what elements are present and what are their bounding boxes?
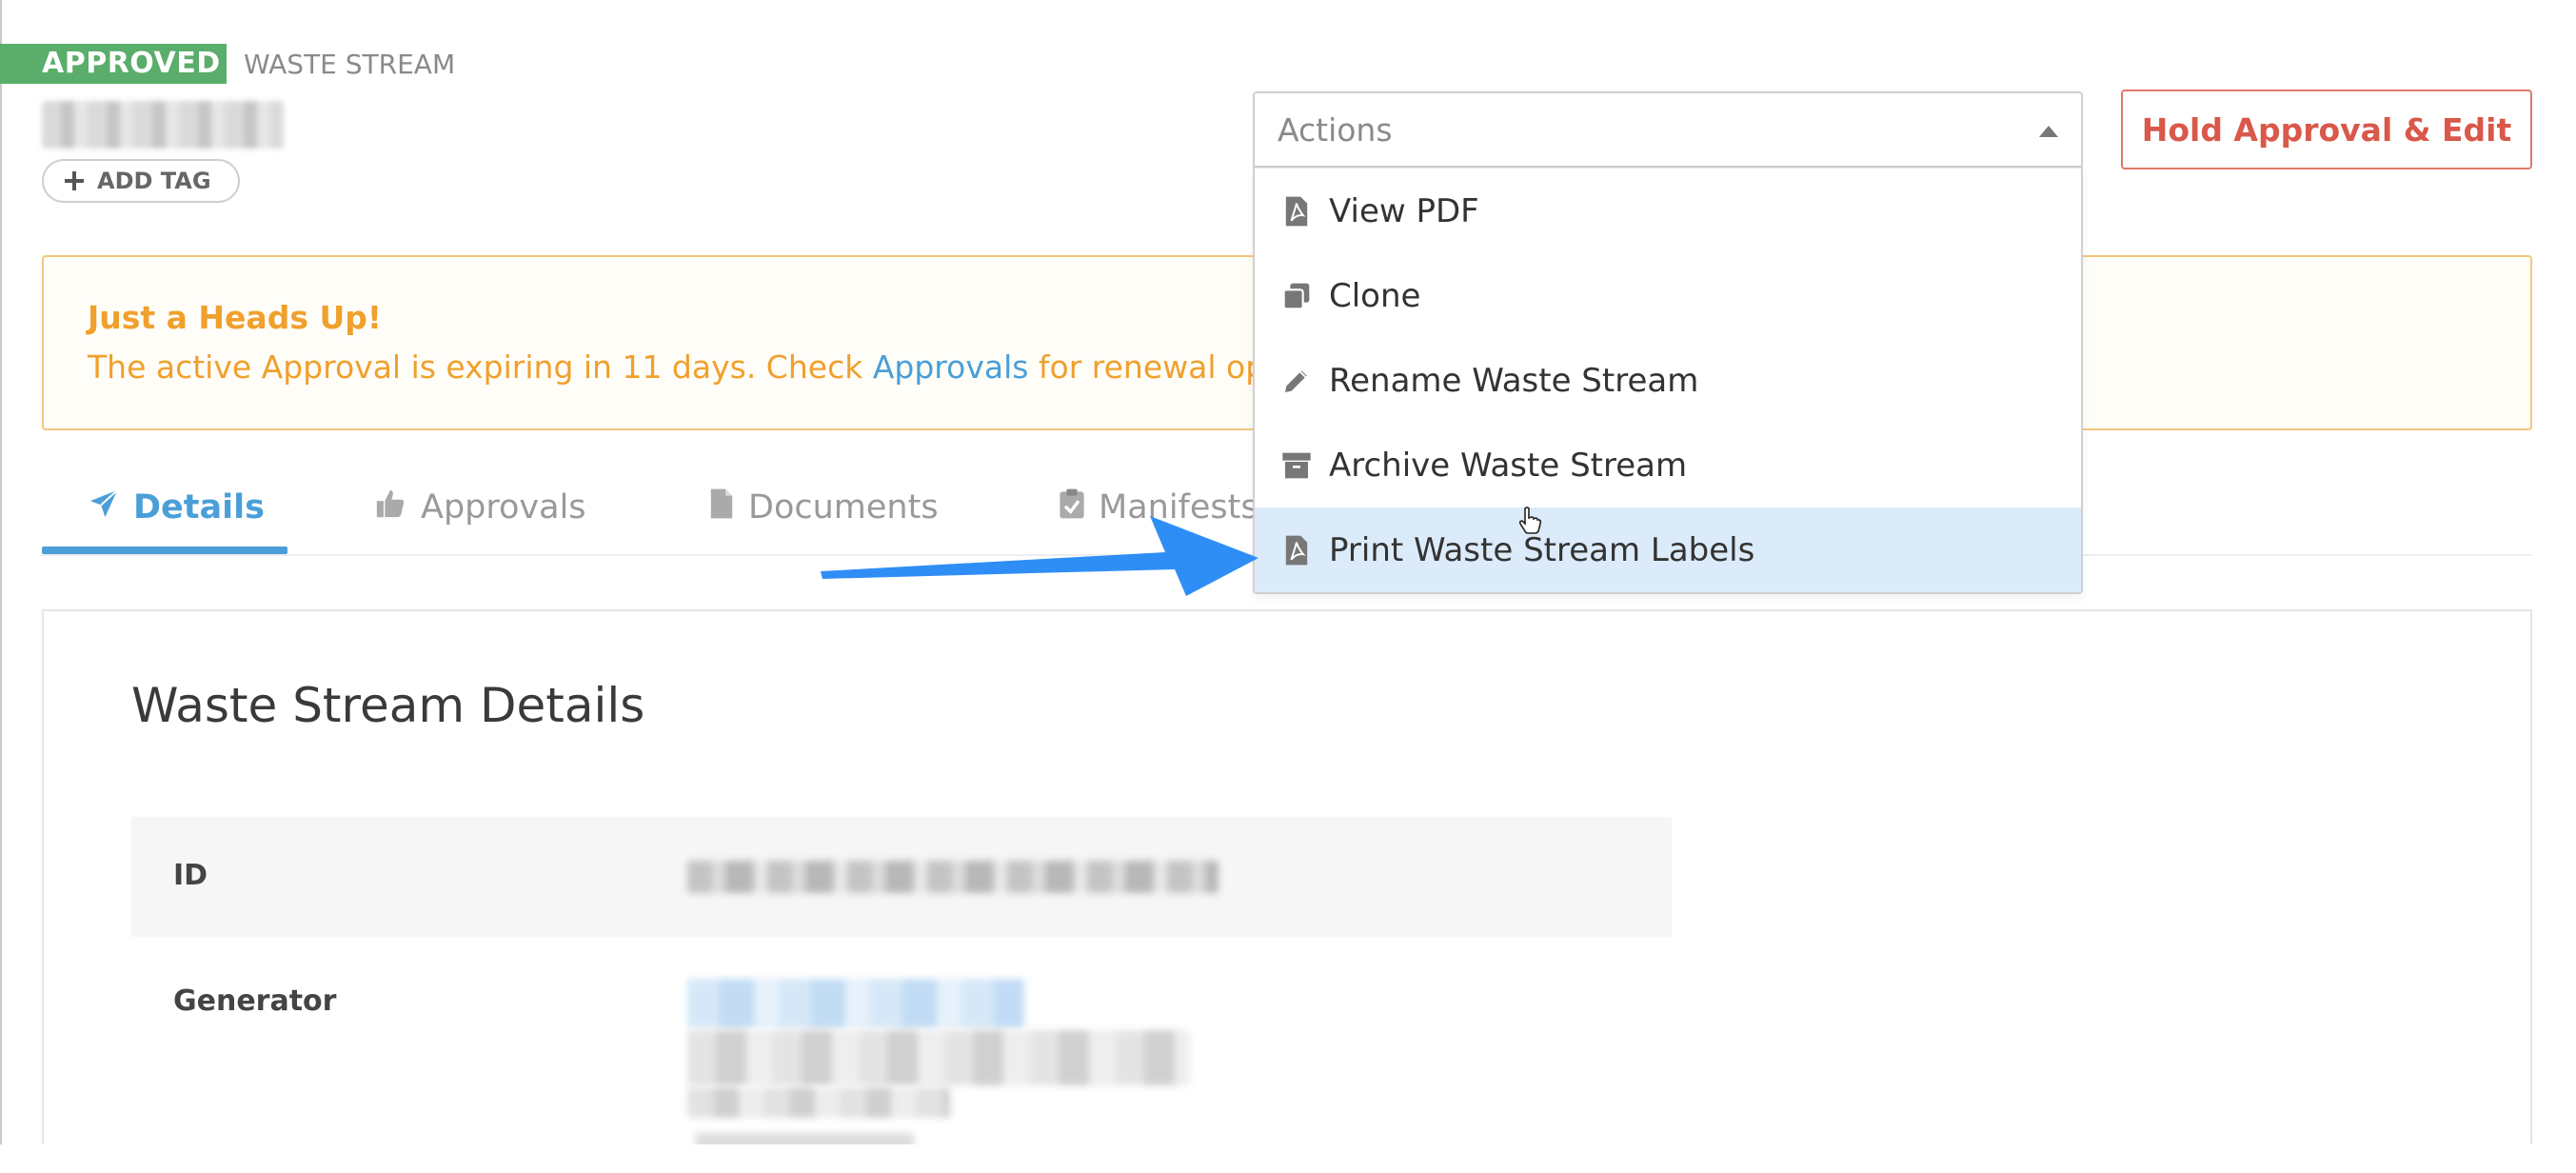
menu-item-label: Archive Waste Stream <box>1329 446 1688 485</box>
menu-item-print-labels[interactable]: Print Waste Stream Labels <box>1255 507 2081 592</box>
actions-dropdown[interactable]: Actions <box>1253 91 2083 168</box>
alert-message-text: The active Approval is expiring in 11 da… <box>88 348 873 386</box>
menu-item-label: Clone <box>1329 276 1421 315</box>
generator-city-redacted <box>687 1087 950 1118</box>
menu-item-rename[interactable]: Rename Waste Stream <box>1255 338 2081 423</box>
id-label: ID <box>173 859 208 892</box>
menu-item-label: Print Waste Stream Labels <box>1329 530 1755 569</box>
menu-item-label: Rename Waste Stream <box>1329 361 1699 400</box>
pdf-file-icon <box>1281 194 1312 229</box>
tab-details-label: Details <box>133 488 265 527</box>
annotation-arrow <box>821 516 1258 596</box>
hold-approval-edit-button[interactable]: Hold Approval & Edit <box>2121 89 2532 169</box>
tab-details[interactable]: Details <box>88 480 265 535</box>
section-title: Waste Stream Details <box>131 678 645 733</box>
active-tab-indicator <box>42 547 287 554</box>
generator-link-redacted[interactable] <box>687 979 1024 1028</box>
add-tag-button[interactable]: ADD TAG <box>42 159 240 203</box>
menu-item-view-pdf[interactable]: View PDF <box>1255 169 2081 253</box>
left-border <box>0 0 2 1144</box>
paper-plane-icon <box>88 487 120 528</box>
generator-label: Generator <box>173 984 337 1018</box>
pdf-file-icon <box>1281 533 1312 567</box>
viewport-bottom <box>0 1144 2576 1173</box>
document-icon <box>708 487 735 528</box>
copy-icon <box>1281 279 1312 313</box>
pencil-icon <box>1281 364 1312 398</box>
plus-icon <box>65 171 84 190</box>
add-tag-label: ADD TAG <box>97 168 211 194</box>
waste-stream-details-card: Waste Stream Details ID Generator <box>42 609 2532 1173</box>
status-badge: APPROVED <box>0 44 227 84</box>
menu-item-label: View PDF <box>1329 191 1479 230</box>
thumbs-up-icon <box>373 487 407 528</box>
menu-item-clone[interactable]: Clone <box>1255 253 2081 338</box>
record-type-label: WASTE STREAM <box>244 49 456 80</box>
generator-address-redacted <box>687 1030 1190 1085</box>
tab-approvals-label: Approvals <box>421 488 586 527</box>
menu-item-archive[interactable]: Archive Waste Stream <box>1255 423 2081 507</box>
waste-stream-name-redacted <box>42 101 284 149</box>
approvals-link[interactable]: Approvals <box>873 348 1029 386</box>
archive-icon <box>1281 448 1312 483</box>
id-row: ID <box>131 817 1672 937</box>
alert-message: The active Approval is expiring in 11 da… <box>88 348 1305 386</box>
hand-cursor-icon <box>1518 507 1542 534</box>
actions-menu: View PDF Clone Rename Waste Stream Archi… <box>1253 168 2083 594</box>
tab-approvals[interactable]: Approvals <box>373 480 586 535</box>
caret-up-icon <box>2039 126 2058 137</box>
alert-title: Just a Heads Up! <box>88 299 382 336</box>
actions-placeholder: Actions <box>1278 110 1393 149</box>
id-value-redacted <box>687 861 1219 893</box>
